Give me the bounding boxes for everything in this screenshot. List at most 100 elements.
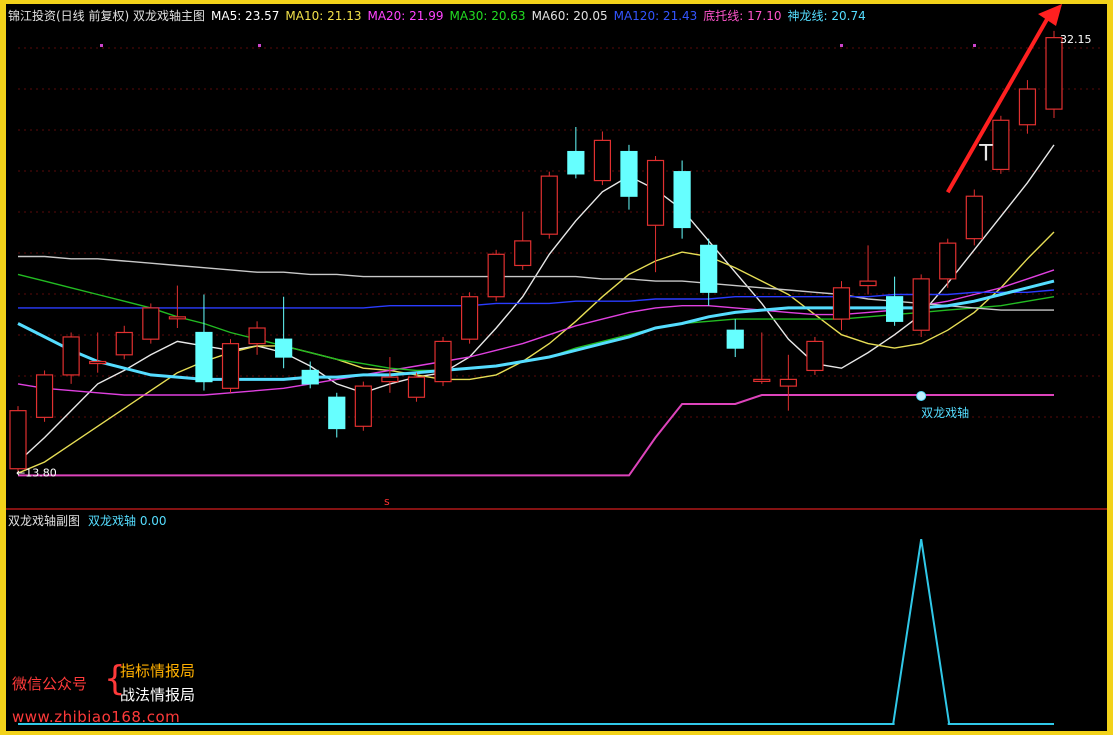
candlestick — [115, 325, 133, 360]
watermark-line3: 战法情报局 — [120, 686, 196, 704]
candlestick — [1018, 80, 1037, 134]
candlestick — [354, 381, 372, 431]
candlestick — [221, 339, 240, 393]
max-price-label: 32.15 — [1060, 33, 1092, 46]
candlestick — [567, 126, 585, 179]
candlestick — [460, 292, 479, 344]
candlestick — [700, 238, 718, 306]
candle-body — [62, 336, 80, 376]
candle-body — [832, 287, 851, 320]
price-grid — [18, 47, 1100, 418]
ma-line-MA30 — [17, 273, 1055, 372]
candlestick — [912, 274, 930, 337]
candlestick — [35, 370, 54, 422]
candlestick — [434, 336, 452, 387]
candle-body — [248, 327, 266, 345]
candlestick — [646, 156, 665, 273]
candlestick — [89, 332, 107, 373]
candle-body — [859, 280, 877, 287]
candlestick — [992, 115, 1010, 174]
signal-dot-marker — [100, 44, 103, 47]
candle-body — [620, 150, 638, 197]
candle-body — [540, 175, 558, 235]
candle-body — [354, 385, 372, 427]
indicator-legend-item: 神龙线: 20.74 — [787, 9, 866, 23]
candle-body — [912, 278, 930, 331]
candlestick — [168, 285, 186, 329]
ma-line-底托线 — [18, 394, 1054, 477]
candlestick — [859, 245, 877, 295]
candlestick — [939, 238, 957, 288]
ma-line-神龙线 — [17, 279, 1055, 381]
candlestick — [779, 354, 797, 411]
candle-body — [407, 376, 426, 398]
candle-body — [275, 338, 293, 358]
signal-dot-marker — [973, 44, 976, 47]
watermark-line2: 指标情报局 — [120, 662, 196, 680]
candlestick — [806, 336, 824, 375]
candle-body — [965, 195, 983, 240]
candlestick — [407, 372, 426, 402]
candlestick — [726, 319, 744, 358]
candle-body — [939, 242, 957, 280]
candle-body — [514, 240, 532, 267]
candlestick — [487, 249, 505, 302]
top-dots — [100, 44, 976, 47]
indicator-legend-item: MA5: 23.57 — [211, 9, 280, 23]
candle-body — [673, 171, 691, 229]
watermark-url: www.zhibiao168.com — [12, 708, 181, 726]
candle-body — [487, 253, 505, 298]
candle-body — [460, 296, 479, 340]
s-marker: s — [384, 495, 390, 508]
candlestick — [62, 332, 80, 384]
candlestick — [886, 276, 904, 326]
candle-body — [567, 150, 585, 175]
candlestick — [195, 294, 213, 391]
signal-dot-marker — [258, 44, 261, 47]
indicator-legend-item: MA60: 20.05 — [531, 9, 608, 23]
candlestick — [965, 189, 983, 246]
candlestick — [540, 171, 558, 239]
candle-body — [221, 343, 240, 389]
candlestick — [9, 406, 27, 474]
candle-body — [328, 396, 346, 430]
candlestick — [301, 361, 319, 389]
candle-body — [9, 410, 27, 470]
signal-label: 双龙戏轴 — [921, 405, 969, 420]
candlestick — [328, 392, 346, 438]
candlesticks — [9, 30, 1063, 474]
candle-body — [700, 244, 718, 293]
candle-body — [35, 374, 54, 418]
chart-header: 锦江投资(日线 前复权) 双龙戏轴主图 MA5: 23.57 MA10: 21.13… — [8, 7, 878, 24]
indicator-legend-item: MA20: 21.99 — [367, 9, 444, 23]
candle-body — [992, 119, 1010, 171]
indicator-legend-item: 底托线: 17.10 — [703, 9, 782, 23]
signal-dot-marker — [840, 44, 843, 47]
candlestick — [514, 211, 532, 270]
candle-body — [753, 378, 771, 382]
candle-body — [1018, 88, 1037, 126]
sub-header-title: 双龙戏轴副图 — [8, 514, 81, 528]
indicator-legend-item: MA120: 21.43 — [613, 9, 698, 23]
candlestick — [620, 144, 638, 210]
candle-body — [301, 369, 319, 385]
candle-body — [142, 307, 160, 340]
candle-body — [779, 378, 797, 387]
chart-marks — [916, 391, 927, 402]
candlestick — [593, 131, 612, 186]
candle-body — [89, 360, 107, 365]
ma-line-MA10 — [17, 231, 1055, 474]
header-title: 锦江投资(日线 前复权) 双龙戏轴主图 — [8, 9, 205, 23]
candlestick — [142, 303, 160, 344]
sub-indicator-value: 双龙戏轴 0.00 — [88, 514, 167, 528]
candlestick — [248, 321, 266, 355]
candle-body — [434, 340, 452, 383]
signal-dot — [916, 391, 927, 402]
candle-body — [646, 159, 665, 226]
t-mark: T — [978, 141, 993, 166]
candle-body — [806, 340, 824, 372]
candle-body — [195, 331, 213, 383]
stock-chart: 32.15 ←13.80 双龙戏轴 s T — [6, 4, 1107, 725]
candle-body — [726, 329, 744, 349]
candle-body — [381, 376, 399, 383]
